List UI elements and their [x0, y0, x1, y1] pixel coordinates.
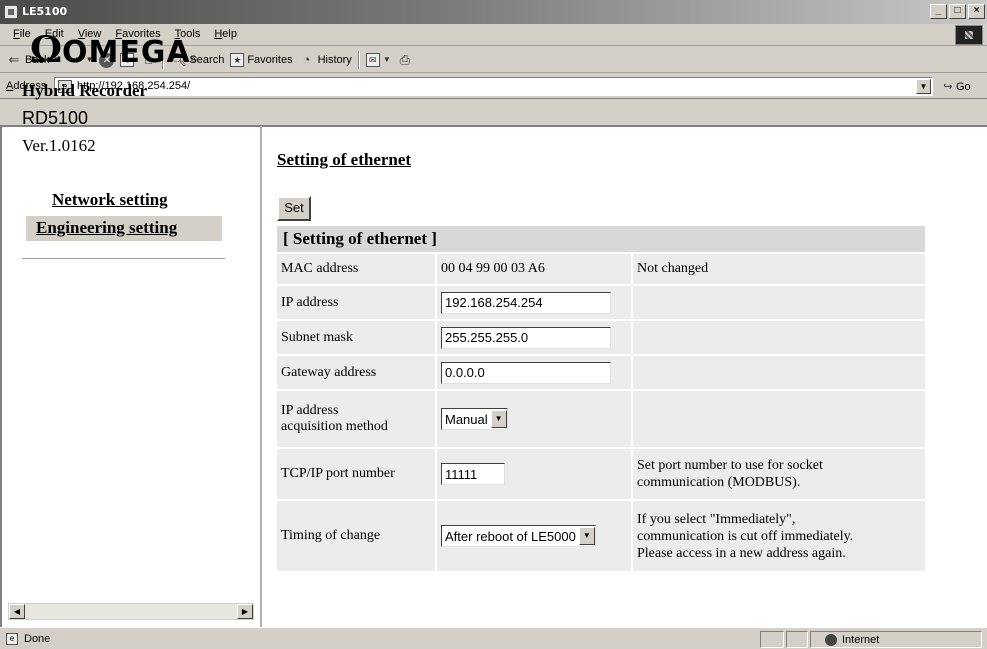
page-title: Setting of ethernet — [277, 150, 412, 169]
omega-logo: Ω OMEGA ® — [30, 29, 197, 71]
favorites-icon: ★ — [230, 53, 245, 67]
table-row: IP address — [277, 286, 925, 321]
maximize-button[interactable]: □ — [949, 4, 966, 19]
table-row: Subnet mask — [277, 321, 925, 356]
go-button[interactable]: ↪ Go — [942, 79, 971, 95]
mac-address-note: Not changed — [633, 254, 925, 286]
minimize-button[interactable]: _ — [930, 4, 947, 19]
print-icon[interactable]: ⎙ — [397, 52, 413, 68]
registered-mark: ® — [190, 55, 197, 64]
model-name: RD5100 — [22, 108, 89, 128]
status-pane — [786, 631, 808, 648]
mac-address-label: MAC address — [277, 254, 437, 286]
tcp-port-input[interactable] — [441, 463, 505, 485]
mail-icon: ✉ — [365, 53, 380, 67]
go-arrow-icon: ↪ — [943, 81, 953, 93]
subnet-mask-label: Subnet mask — [277, 321, 437, 356]
app-icon — [4, 5, 18, 19]
chevron-down-icon[interactable]: ▼ — [383, 52, 391, 68]
gateway-address-label: Gateway address — [277, 356, 437, 391]
globe-icon — [825, 634, 837, 646]
acquisition-method-label-line2: acquisition method — [281, 419, 388, 434]
toolbar-separator — [357, 51, 360, 69]
security-zone: Internet — [810, 631, 982, 648]
table-header-row: [ Setting of ethernet ] — [277, 226, 925, 254]
favorites-button[interactable]: ★ Favorites — [230, 51, 293, 69]
timing-note-line2: communication is cut off immediately. — [637, 528, 854, 544]
scroll-right-icon[interactable]: ▶ — [237, 604, 253, 619]
page-status-icon: e — [6, 633, 18, 645]
tcp-port-note-line2: communication (MODBUS). — [637, 475, 801, 490]
back-arrow-icon: ⇐ — [8, 52, 20, 67]
timing-of-change-select[interactable]: After reboot of LE5000 ▼ — [441, 525, 596, 547]
ethernet-settings-table: [ Setting of ethernet ] MAC address 00 0… — [277, 226, 925, 573]
close-button[interactable]: × — [968, 4, 985, 19]
status-text: Done — [24, 633, 51, 645]
product-name: Hybrid Recorder — [22, 81, 148, 100]
chevron-down-icon[interactable]: ▼ — [490, 410, 507, 428]
address-input[interactable]: e http://192.168.254.254/ ▼ — [54, 77, 933, 96]
tcp-port-label: TCP/IP port number — [277, 449, 437, 501]
tcp-port-note-line1: Set port number to use for socket — [637, 458, 823, 473]
favorites-label: Favorites — [247, 54, 293, 66]
status-bar: e Done Internet — [0, 627, 987, 649]
divider — [22, 258, 225, 260]
address-bar: Address e http://192.168.254.254/ ▼ ↪ Go — [0, 74, 987, 99]
content-top-spacer — [0, 100, 987, 125]
nav-engineering-setting[interactable]: Engineering setting — [26, 216, 222, 241]
version-label: Ver.1.0162 — [22, 136, 96, 155]
table-row: Timing of change After reboot of LE5000 … — [277, 501, 925, 573]
table-row: Gateway address — [277, 356, 925, 391]
windows-logo-icon — [955, 25, 983, 45]
table-row: TCP/IP port number Set port number to us… — [277, 449, 925, 501]
menu-help[interactable]: Help — [207, 28, 244, 40]
table-row: MAC address 00 04 99 00 03 A6 Not change… — [277, 254, 925, 286]
scroll-left-icon[interactable]: ◀ — [9, 604, 25, 619]
acquisition-method-select[interactable]: Manual ▼ — [441, 408, 508, 430]
chevron-down-icon[interactable]: ▼ — [916, 79, 931, 94]
ip-address-label: IP address — [277, 286, 437, 321]
mac-address-value: 00 04 99 00 03 A6 — [437, 254, 633, 286]
gateway-address-input[interactable] — [441, 361, 611, 384]
set-button[interactable]: Set — [277, 196, 311, 221]
window-title: LE5100 — [22, 5, 68, 18]
status-pane — [760, 631, 784, 648]
zone-label: Internet — [842, 634, 880, 646]
subnet-mask-input[interactable] — [441, 326, 611, 349]
table-row: IP address acquisition method Manual ▼ — [277, 391, 925, 449]
horizontal-scrollbar[interactable]: ◀ ▶ — [8, 603, 254, 620]
timing-note-line3: Please access in a new address again. — [637, 545, 846, 561]
nav-network-setting[interactable]: Network setting — [52, 190, 168, 210]
window-controls: _ □ × — [930, 4, 985, 19]
timing-of-change-value: After reboot of LE5000 — [445, 528, 576, 544]
title-bar: LE5100 _ □ × — [0, 0, 987, 24]
timing-note-line1: If you select "Immediately", — [637, 511, 796, 527]
ip-address-input[interactable] — [441, 291, 611, 314]
omega-symbol-icon: Ω — [30, 29, 63, 71]
history-icon: ◔ — [302, 52, 311, 67]
acquisition-method-value: Manual — [445, 411, 488, 427]
history-button[interactable]: ◔ History — [299, 51, 352, 69]
mail-button[interactable]: ✉ ▼ — [365, 51, 391, 69]
timing-of-change-label: Timing of change — [277, 501, 437, 573]
acquisition-method-label-line1: IP address — [281, 403, 339, 418]
table-title: [ Setting of ethernet ] — [277, 226, 925, 254]
history-label: History — [317, 54, 352, 66]
brand-name: OMEGA — [62, 35, 191, 70]
go-label: Go — [956, 81, 971, 93]
chevron-down-icon[interactable]: ▼ — [578, 527, 595, 545]
